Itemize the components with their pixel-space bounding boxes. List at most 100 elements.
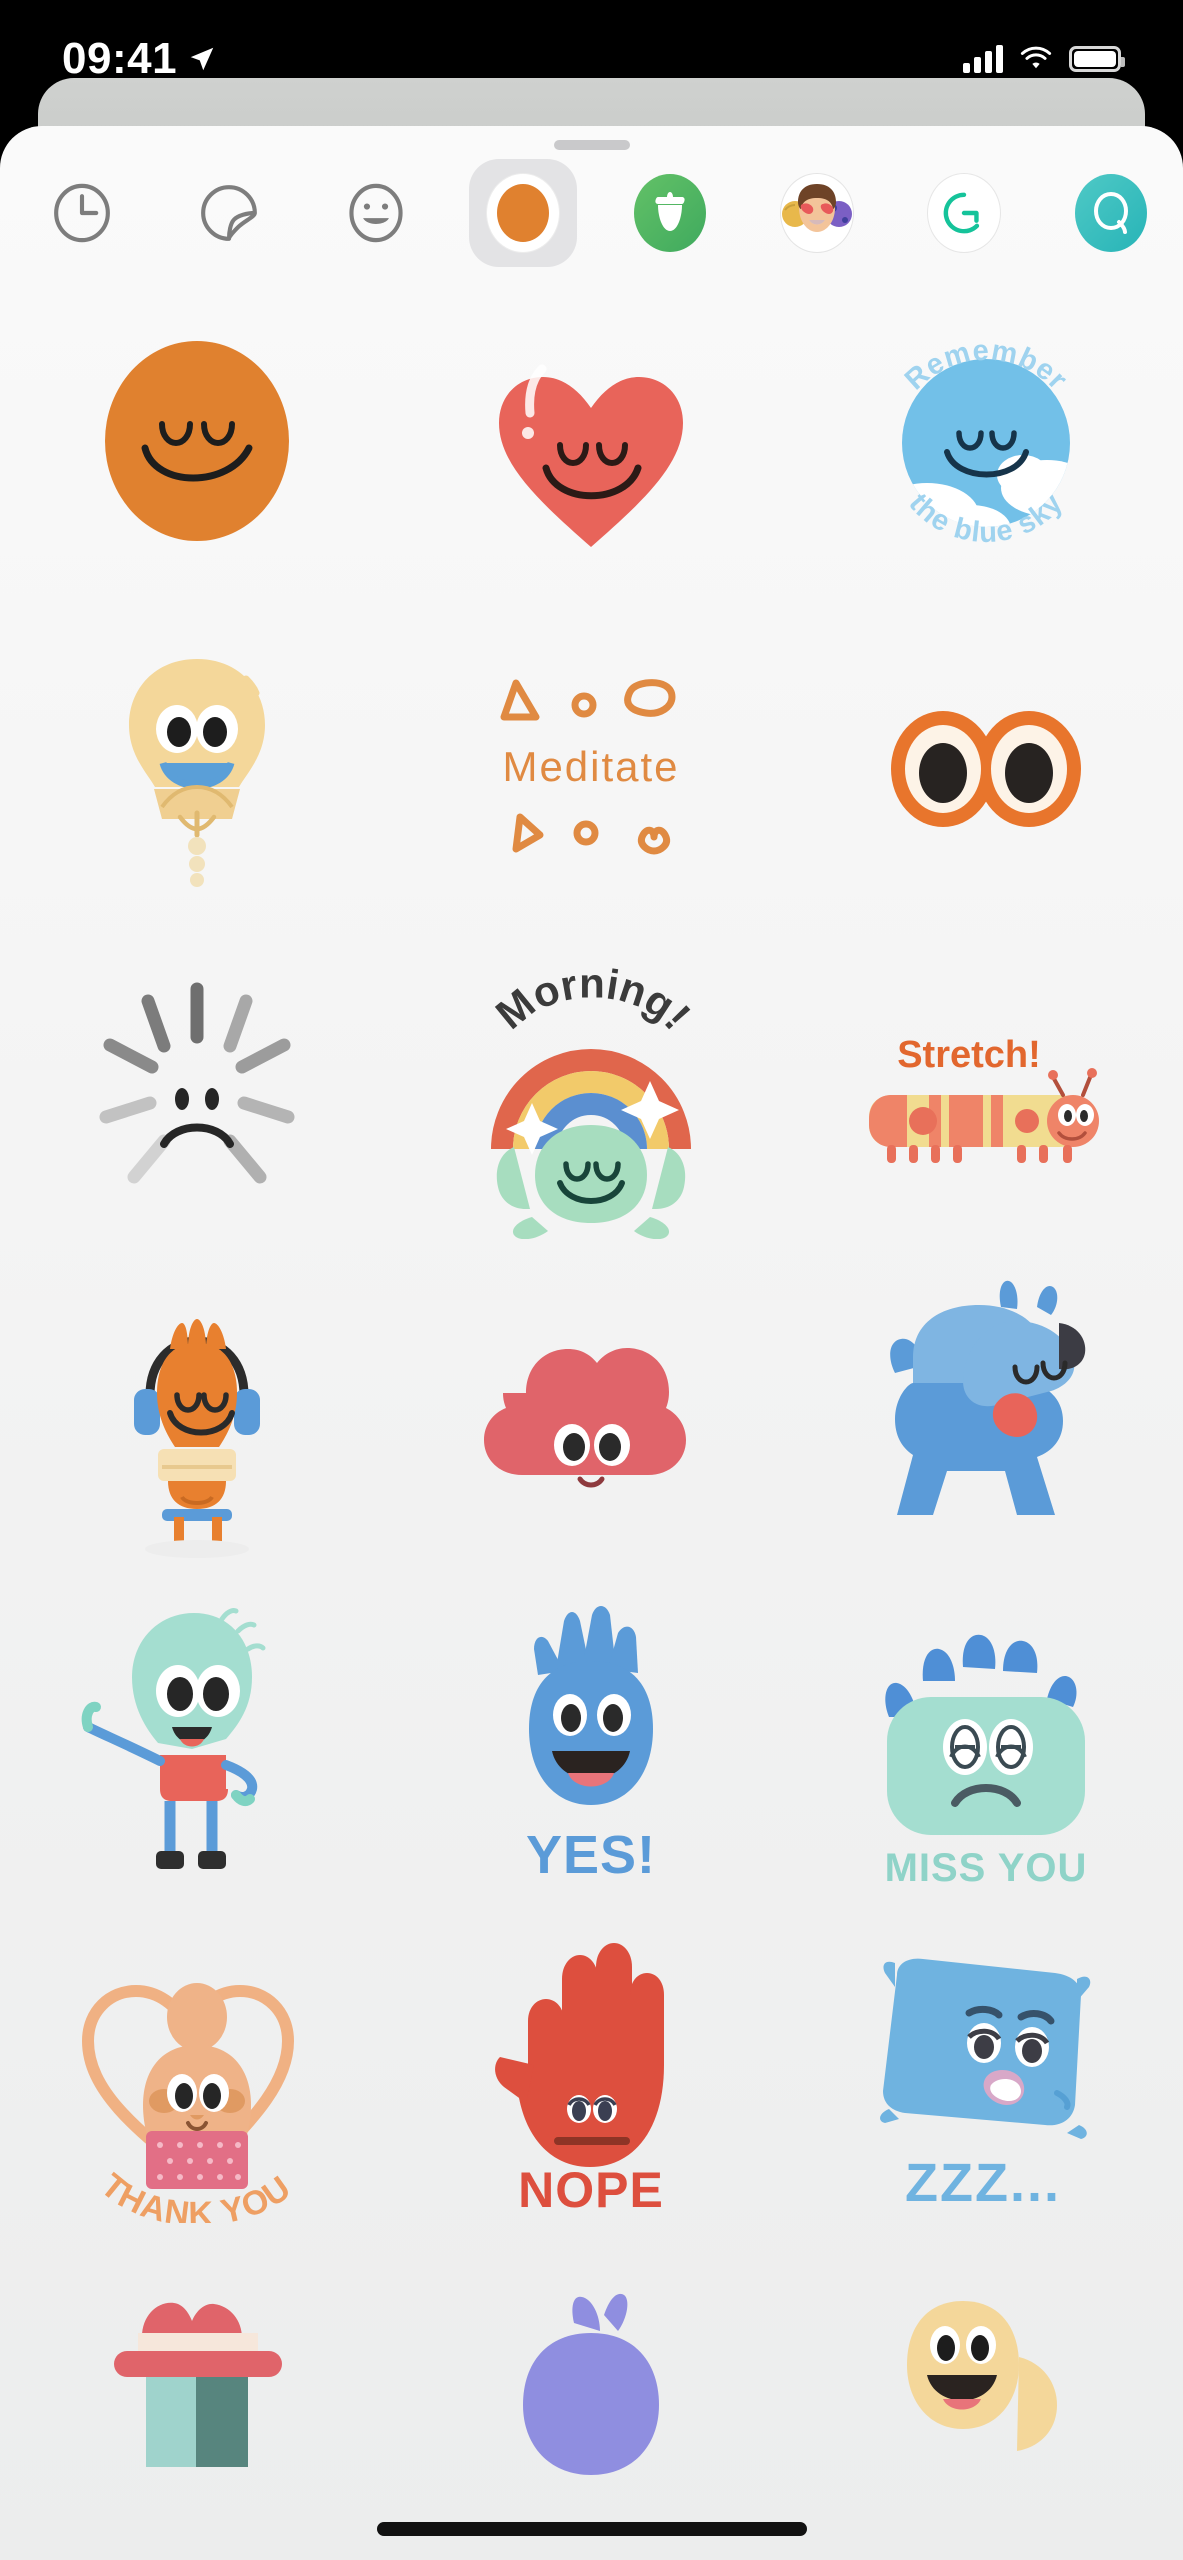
clock-icon [54,183,110,243]
acorn-pack-icon [634,174,706,252]
sticker-cell[interactable]: MISS YOU [789,1586,1183,1914]
orange-circle-pack-icon [487,174,559,252]
status-bar: 09:41 [0,0,1183,118]
sidebar-item-emoji[interactable] [322,159,430,267]
sticker-cell[interactable] [394,1258,788,1586]
remember-the-blue-sky-art: Remember the blue sky [899,335,1073,550]
orange-big-eyes-art [890,711,1081,827]
sticker-pack-tab-bar [0,150,1183,267]
stretch-caterpillar-art: Stretch! [868,1034,1099,1163]
sticker-peel-icon [201,185,257,241]
partial-purple-art [523,2293,660,2475]
partial-sticker-purple[interactable] [456,2261,726,2551]
meditate-sticker[interactable]: Meditate [456,621,726,911]
home-indicator[interactable] [376,2522,807,2536]
sidebar-item-sticker-peel[interactable] [175,159,283,267]
thank-you-heart-sticker[interactable]: THANK YOU [62,1933,332,2223]
nope-hand-sticker[interactable]: NOPE [456,1933,726,2223]
status-bar-left: 09:41 [62,34,217,84]
sticker-cell[interactable] [0,274,394,602]
sticker-cell[interactable] [0,930,394,1258]
memoji-glyph [782,184,852,232]
sidebar-item-grammarly-pack[interactable] [910,159,1018,267]
grammarly-glyph [943,192,980,234]
orange-smiley-art [105,341,290,541]
morning-rainbow-art: Morning! [487,960,700,1239]
battery-full-icon [1069,46,1125,72]
yellow-lightbulb-sticker[interactable] [62,621,332,911]
yellow-lightbulb-art [129,659,266,887]
miss-you-sticker[interactable]: MISS YOU [851,1605,1121,1895]
red-cloud-sticker[interactable] [456,1277,726,1567]
sticker-cell[interactable] [789,2242,1183,2560]
miss-you-label: MISS YOU [884,1846,1087,1890]
wifi-icon [1020,46,1052,69]
headphones-listening-art [134,1319,261,1558]
nope-hand-art: NOPE [495,1943,665,2218]
grumpy-sunburst-art [99,982,295,1184]
sidebar-item-teal-pack[interactable] [1057,159,1165,267]
sticker-cell[interactable]: Meditate [394,602,788,930]
stretch-label: Stretch! [897,1034,1041,1076]
stretch-caterpillar-sticker[interactable]: Stretch! [851,949,1121,1239]
grammarly-g-icon [928,174,1000,252]
morning-rainbow-sticker[interactable]: Morning! [456,949,726,1239]
smiley-face-icon [349,183,403,243]
sticker-cell[interactable] [0,2242,394,2560]
sticker-cell[interactable]: NOPE [394,1914,788,2242]
sidebar-item-memoji-pack[interactable] [763,159,871,267]
yes-sticker[interactable]: YES! [456,1605,726,1895]
status-time: 09:41 [62,34,178,83]
zzz-label: ZZZ... [905,2153,1061,2213]
partial-yellow-art [906,2301,1057,2451]
sticker-cell[interactable]: Remember the blue sky [789,274,1183,602]
remember-the-blue-sky-sticker[interactable]: Remember the blue sky [851,293,1121,583]
sticker-cell[interactable]: Stretch! [789,930,1183,1258]
sidebar-item-acorn-pack[interactable] [616,159,724,267]
sticker-cell[interactable]: YES! [394,1586,788,1914]
sidebar-item-recents[interactable] [28,159,136,267]
sticker-cell[interactable]: THANK YOU [0,1914,394,2242]
partial-sticker-hat[interactable] [62,2261,332,2551]
sticker-cell[interactable] [0,1586,394,1914]
headphones-listening-sticker[interactable] [62,1277,332,1567]
drag-handle[interactable] [553,140,630,150]
location-arrow-icon [190,47,214,71]
sticker-cell[interactable] [789,1258,1183,1586]
sticker-cell[interactable]: Morning! [394,930,788,1258]
waving-mint-character-sticker[interactable] [62,1605,332,1895]
teal-arc-glyph [1093,191,1129,234]
sidebar-item-headspace-pack[interactable] [469,159,577,267]
waving-mint-character-art [81,1608,266,1869]
sticker-drawer-sheet: Remember the blue sky Meditate Morning! … [0,126,1183,2560]
morning-label: Morning! [487,960,700,1039]
sticker-cell[interactable] [789,602,1183,930]
thank-you-heart-art: THANK YOU [82,1983,297,2223]
orange-smiley-sticker[interactable] [62,293,332,583]
sticker-cell[interactable] [0,602,394,930]
memoji-pack-icon [781,174,853,252]
sticker-cell[interactable] [0,1258,394,1586]
meditate-label: Meditate [503,743,680,790]
zzz-pillow-sticker[interactable]: ZZZ... [851,1933,1121,2223]
orange-big-eyes-sticker[interactable] [851,621,1121,911]
blue-dog-sticker[interactable] [851,1277,1121,1567]
red-heart-smile-sticker[interactable] [456,293,726,583]
grumpy-sunburst-sticker[interactable] [62,949,332,1239]
sticker-cell[interactable]: ZZZ... [789,1914,1183,2242]
teal-arc-pack-icon [1075,174,1147,252]
miss-you-art: MISS YOU [884,1634,1087,1890]
meditate-art: Meditate [500,679,680,855]
sticker-cell[interactable] [394,274,788,602]
yes-art: YES! [526,1606,656,1885]
zzz-pillow-art: ZZZ... [879,1958,1091,2213]
red-cloud-art [484,1348,687,1488]
red-heart-smile-art [499,364,684,547]
sticker-cell[interactable] [394,2242,788,2560]
acorn-glyph [655,192,685,231]
nope-label: NOPE [519,2162,665,2218]
partial-sticker-yellow[interactable] [851,2261,1121,2551]
sticker-grid: Remember the blue sky Meditate Morning! … [0,260,1183,2560]
svg-text:Morning!: Morning! [487,960,700,1039]
partial-hat-art [114,2302,283,2467]
